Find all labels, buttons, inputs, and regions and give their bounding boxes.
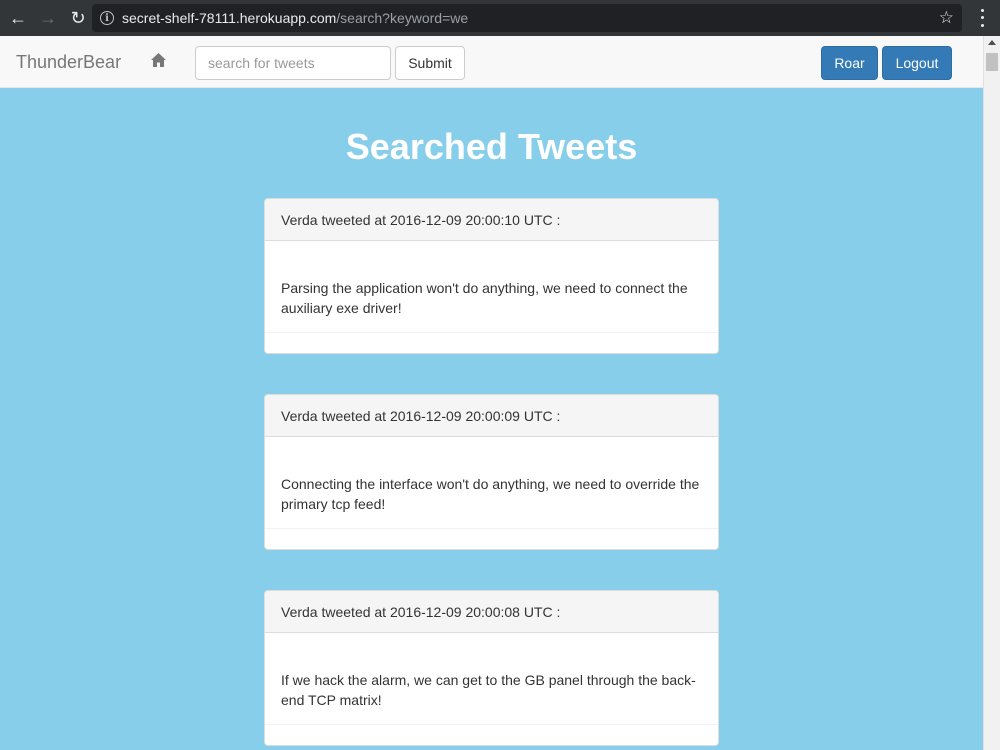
tweet-body: If we hack the alarm, we can get to the …: [265, 633, 718, 725]
page-scrollbar[interactable]: [983, 36, 1000, 750]
search-input[interactable]: [195, 46, 391, 80]
tweet-heading: Verda tweeted at 2016-12-09 20:00:08 UTC…: [265, 591, 718, 633]
star-icon[interactable]: ☆: [939, 8, 954, 28]
url-host: secret-shelf-78111.herokuapp.com: [122, 10, 337, 26]
tweet-panel: Verda tweeted at 2016-12-09 20:00:09 UTC…: [264, 394, 719, 550]
tweet-panel: Verda tweeted at 2016-12-09 20:00:10 UTC…: [264, 198, 719, 354]
forward-icon[interactable]: →: [34, 4, 62, 32]
url-path: /search?keyword=we: [336, 10, 469, 26]
scroll-up-arrow-icon[interactable]: [988, 40, 996, 45]
url-text[interactable]: secret-shelf-78111.herokuapp.com/search?…: [122, 10, 468, 26]
browser-toolbar: ← → ↻ i secret-shelf-78111.herokuapp.com…: [0, 0, 1000, 36]
tweet-body: Connecting the interface won't do anythi…: [265, 437, 718, 529]
navbar: ThunderBear Submit Roar Logout: [0, 36, 983, 88]
tweet-body: Parsing the application won't do anythin…: [265, 241, 718, 333]
reload-icon[interactable]: ↻: [64, 4, 92, 32]
back-icon[interactable]: ←: [4, 4, 32, 32]
tweet-heading: Verda tweeted at 2016-12-09 20:00:09 UTC…: [265, 395, 718, 437]
info-icon[interactable]: i: [100, 11, 114, 25]
page-title: Searched Tweets: [345, 126, 638, 167]
tweet-heading: Verda tweeted at 2016-12-09 20:00:10 UTC…: [265, 199, 718, 241]
address-bar[interactable]: i secret-shelf-78111.herokuapp.com/searc…: [92, 4, 962, 32]
tweet-panel: Verda tweeted at 2016-12-09 20:00:08 UTC…: [264, 590, 719, 746]
roar-button[interactable]: Roar: [821, 46, 878, 80]
home-icon[interactable]: [150, 52, 167, 68]
more-vert-icon[interactable]: [974, 7, 990, 29]
scroll-thumb[interactable]: [986, 53, 998, 71]
brand-link[interactable]: ThunderBear: [16, 52, 121, 73]
submit-button[interactable]: Submit: [395, 46, 465, 80]
logout-button[interactable]: Logout: [882, 46, 952, 80]
